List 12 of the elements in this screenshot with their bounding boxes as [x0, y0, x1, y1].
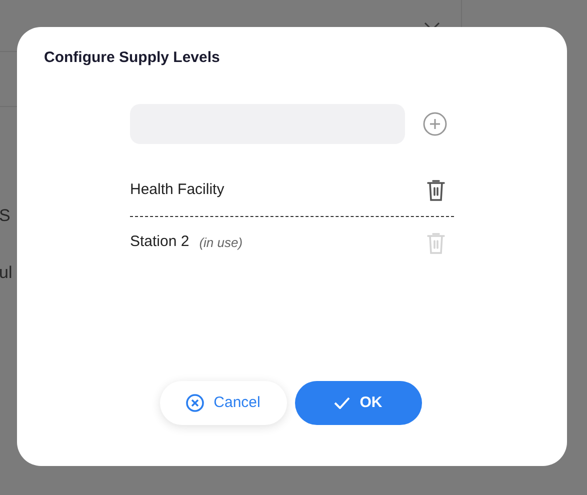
level-name: Health Facility — [130, 180, 224, 200]
cancel-button[interactable]: Cancel — [160, 381, 286, 425]
cancel-icon — [186, 394, 204, 412]
background-text: ul — [0, 264, 14, 281]
dialog-title: Configure Supply Levels — [44, 48, 221, 68]
ok-button[interactable]: OK — [294, 381, 422, 425]
add-icon[interactable] — [423, 112, 447, 136]
trash-icon[interactable] — [426, 178, 446, 202]
background-text: S — [0, 207, 12, 224]
check-icon — [334, 397, 350, 409]
in-use-note: (in use) — [199, 234, 243, 252]
level-name: Station 2 — [130, 232, 190, 252]
